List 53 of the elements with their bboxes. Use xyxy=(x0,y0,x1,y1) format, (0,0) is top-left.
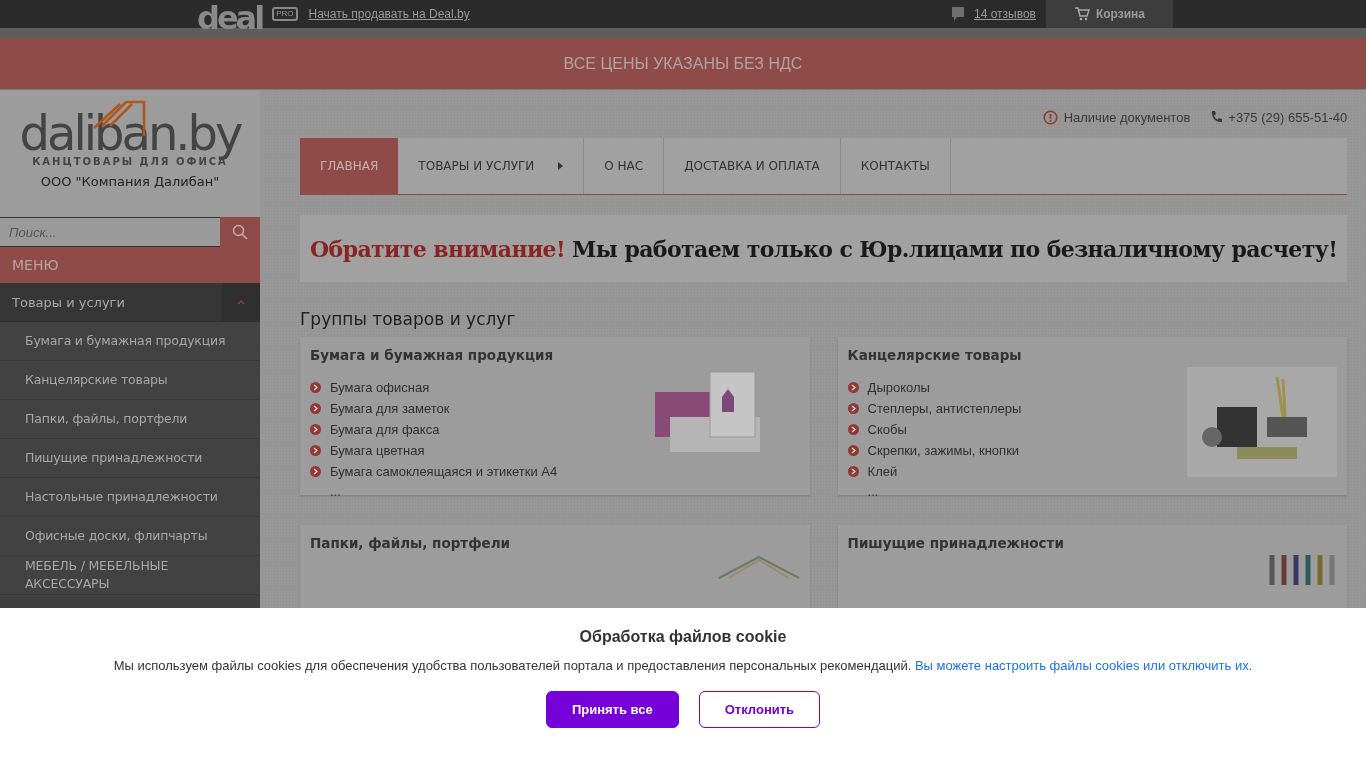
cart-button[interactable]: Корзина xyxy=(1046,0,1173,28)
menu-title-text: МЕНЮ xyxy=(12,257,59,273)
more-link[interactable]: ... xyxy=(330,484,558,499)
notice-text: ВСЕ ЦЕНЫ УКАЗАНЫ БЕЗ НДС xyxy=(563,54,803,73)
bullet-arrow-icon xyxy=(310,445,321,456)
pens-drawing xyxy=(1269,555,1338,585)
subcategory-link[interactable]: Бумага самоклеящаяся и этикетки А4 xyxy=(330,464,558,479)
pro-badge: PRO xyxy=(272,7,298,21)
attention-text: Обратите внимание! Мы работаем только с Юр.лицами по безналичному расчету! xyxy=(310,235,1338,262)
search-icon xyxy=(232,224,248,240)
category-title[interactable]: Папки, файлы, портфели xyxy=(310,535,511,551)
nav-tab[interactable]: ГЛАВНАЯ xyxy=(300,138,399,194)
subcategory-link[interactable]: Бумага для факса xyxy=(330,422,440,437)
category-title[interactable]: Канцелярские товары xyxy=(847,347,1022,363)
nav-tab[interactable]: ДОСТАВКА И ОПЛАТА xyxy=(664,138,841,194)
subcategory-link[interactable]: Бумага цветная xyxy=(330,443,425,458)
cookie-text: Мы используем файлы cookies для обеспечения удобства пользователей портала и предоставления персональных рекомендаций. Вы можете настроить файлы cookies или отключить их. xyxy=(113,658,1253,673)
subcategory-link[interactable]: Степлеры, антистеплеры xyxy=(867,401,1022,416)
site-logo[interactable]: deal xyxy=(197,0,263,36)
subcategory-link[interactable]: Клей xyxy=(867,464,898,479)
reviews-link[interactable]: 14 отзывов xyxy=(974,7,1036,21)
nav-tab[interactable]: КОНТАКТЫ xyxy=(840,138,951,194)
category-title[interactable]: Пишущие принадлежности xyxy=(847,535,1064,551)
chevron-up-icon xyxy=(237,299,245,305)
subcategory-link[interactable]: Дыроколы xyxy=(867,380,930,395)
nav-tab[interactable]: ТОВАРЫ И УСЛУГИ xyxy=(398,138,585,194)
subcategory-link[interactable]: Бумага офисная xyxy=(330,380,430,395)
section-title: Группы товаров и услуг xyxy=(300,309,517,329)
search-field[interactable]: Поиск... xyxy=(0,217,220,247)
expand-toggle[interactable] xyxy=(222,283,260,321)
speech-bubble-icon xyxy=(951,6,965,22)
subcategory-link[interactable]: Скобы xyxy=(867,422,907,437)
cookie-title: Обработка файлов cookie xyxy=(579,628,787,646)
company-name: ООО "Компания Далибан" xyxy=(40,174,220,189)
phone-number: +375 (29) 655-51-40 xyxy=(1228,110,1348,125)
category-title[interactable]: Бумага и бумажная продукция xyxy=(310,347,558,363)
bullet-arrow-icon xyxy=(310,424,321,435)
bullet-arrow-icon xyxy=(310,382,321,393)
subcategory-link[interactable]: Скрепки, зажимы, кнопки xyxy=(867,443,1020,458)
documents-link[interactable]: Наличие документов xyxy=(1063,110,1191,125)
more-link[interactable]: ... xyxy=(867,484,1022,499)
sell-link[interactable]: Начать продавать на Deal.by xyxy=(308,7,470,21)
phone-icon xyxy=(1210,110,1223,124)
search-button[interactable] xyxy=(220,217,260,247)
cookie-settings-link[interactable]: Вы можете настроить файлы cookies или отключить их. xyxy=(914,658,1253,673)
accept-button[interactable]: Принять все xyxy=(545,691,679,728)
cart-icon xyxy=(1073,7,1090,21)
decline-button[interactable]: Отклонить xyxy=(698,691,821,728)
nav-tab[interactable]: О НАС xyxy=(584,138,665,194)
bullet-arrow-icon xyxy=(310,403,321,414)
subcategory-link[interactable]: Бумага для заметок xyxy=(330,401,450,416)
warning-icon xyxy=(1042,110,1058,125)
bullet-arrow-icon xyxy=(310,466,321,477)
